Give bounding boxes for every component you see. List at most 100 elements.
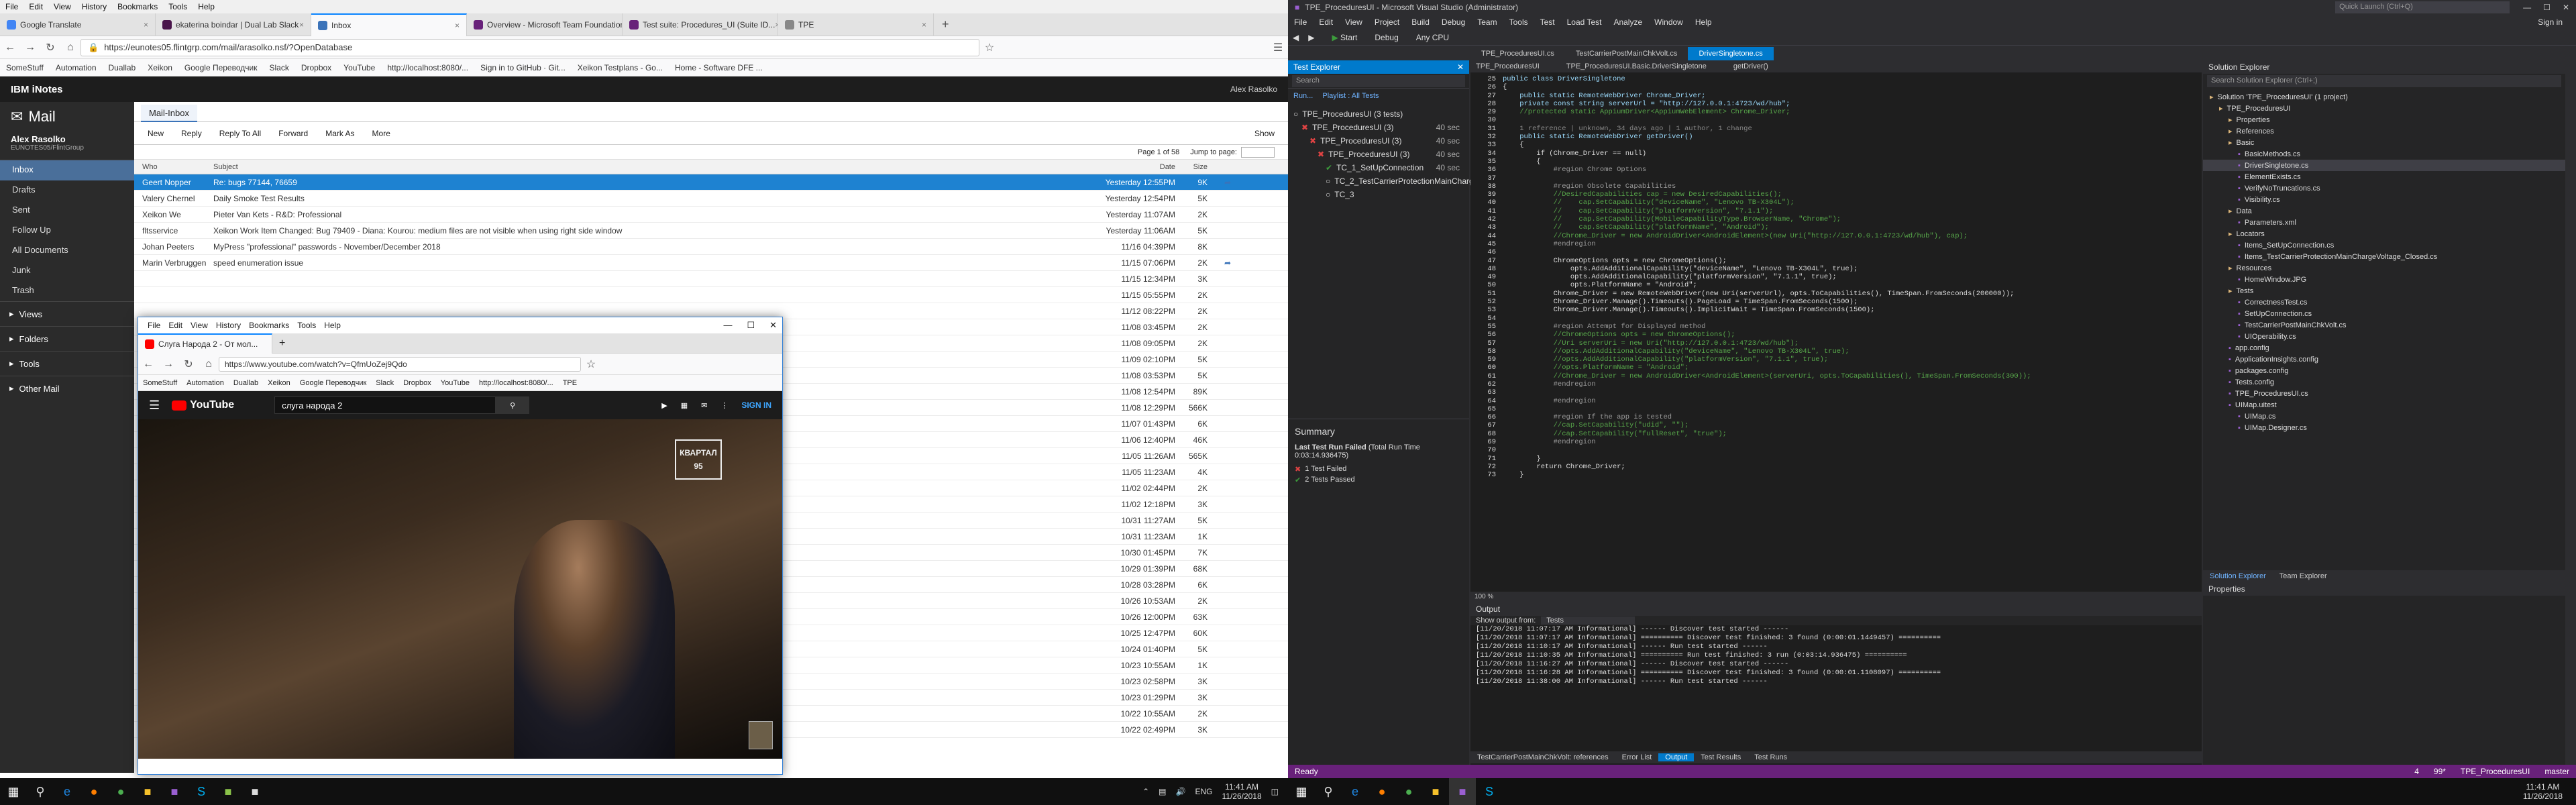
tab-test-suite-procedures-ui-suite[interactable]: Test suite: Procedures_UI (Suite ID...× bbox=[623, 13, 778, 36]
network-icon[interactable]: ▤ bbox=[1159, 787, 1166, 796]
test-node[interactable]: ✔ TC_1_SetUpConnection 40 sec bbox=[1288, 161, 1469, 174]
folder-all-documents[interactable]: All Documents bbox=[0, 241, 134, 261]
col-size[interactable]: Size bbox=[1181, 163, 1214, 171]
solution-search-input[interactable]: Search Solution Explorer (Ctrl+;) bbox=[2207, 75, 2561, 87]
visualstudio-icon[interactable]: ■ bbox=[1449, 778, 1476, 805]
folder-trash[interactable]: Trash bbox=[0, 281, 134, 301]
mail-row[interactable]: 11/15 05:55PM 2K bbox=[134, 287, 1288, 303]
new-tab-icon[interactable]: + bbox=[272, 337, 292, 350]
menu-view[interactable]: View bbox=[186, 321, 212, 330]
menu-load-test[interactable]: Load Test bbox=[1561, 17, 1608, 27]
forward-icon[interactable]: → bbox=[158, 358, 178, 370]
header-user[interactable]: Alex Rasolko bbox=[1230, 85, 1277, 94]
volume-icon[interactable]: 🔊 bbox=[1176, 787, 1186, 796]
status-branch[interactable]: master bbox=[2544, 767, 2569, 776]
bookmark-google[interactable]: Google Переводчик bbox=[295, 379, 372, 387]
quick-launch[interactable]: Quick Launch (Ctrl+Q) bbox=[2335, 1, 2510, 13]
bottom-tab-output[interactable]: Output bbox=[1658, 753, 1695, 761]
yt-search-input[interactable]: слуга народа 2 bbox=[274, 396, 496, 414]
solution-item[interactable]: ▸ Basic bbox=[2203, 137, 2565, 148]
bookmark-automation[interactable]: Automation bbox=[182, 379, 229, 387]
tab-tpe[interactable]: TPE × bbox=[778, 13, 934, 36]
solution-item[interactable]: ▪ UIMap.cs bbox=[2203, 411, 2565, 422]
folder-inbox[interactable]: Inbox bbox=[0, 160, 134, 180]
solution-item[interactable]: ▪ TestCarrierPostMainChkVolt.cs bbox=[2203, 319, 2565, 331]
bookmark-slack[interactable]: Slack bbox=[263, 63, 294, 72]
mail-action-icon[interactable]: ➦ bbox=[1214, 258, 1241, 268]
solution-item[interactable]: ▪ DriverSingletone.cs bbox=[2203, 160, 2565, 171]
messages-icon[interactable]: ✉ bbox=[701, 401, 707, 410]
output-source-select[interactable]: Tests bbox=[1541, 616, 1635, 625]
menu-debug[interactable]: Debug bbox=[1436, 17, 1471, 27]
new-tab-icon[interactable]: + bbox=[934, 17, 957, 32]
vs-sign-in[interactable]: Sign in bbox=[2532, 17, 2576, 27]
status-changes[interactable]: 99* bbox=[2434, 767, 2446, 776]
mail-row[interactable]: Geert Nopper Re: bugs 77144, 76659 Yesterd… bbox=[134, 174, 1288, 191]
clock-time[interactable]: 11:41 AM bbox=[1222, 782, 1261, 792]
windows-start-icon[interactable]: ▦ bbox=[0, 778, 27, 805]
status-repo[interactable]: TPE_ProceduresUI bbox=[2461, 767, 2530, 776]
lang-indicator[interactable]: ENG bbox=[1195, 787, 1212, 796]
status-errors[interactable]: 4 bbox=[2414, 767, 2419, 776]
pane-close-icon[interactable]: ✕ bbox=[1457, 62, 1464, 72]
menu-tools[interactable]: Tools bbox=[1503, 17, 1534, 27]
group-views[interactable]: ▸ Views bbox=[0, 301, 134, 326]
mark-as-button[interactable]: Mark As bbox=[325, 129, 354, 138]
solution-item[interactable]: ▪ SetUpConnection.cs bbox=[2203, 308, 2565, 319]
close-icon[interactable]: ✕ bbox=[2563, 3, 2569, 12]
bookmark-somestuff[interactable]: SomeStuff bbox=[138, 379, 182, 387]
firefox-icon[interactable]: ● bbox=[1368, 778, 1395, 805]
search-icon[interactable]: ⚲ bbox=[27, 778, 54, 805]
youtube-logo[interactable]: YouTube bbox=[190, 399, 234, 411]
mail-row[interactable]: fltsservice Xeikon Work Item Changed: Bug… bbox=[134, 223, 1288, 239]
menu-analyze[interactable]: Analyze bbox=[1607, 17, 1648, 27]
bottom-tab-test-results[interactable]: Test Results bbox=[1694, 753, 1748, 761]
bookmark-youtube[interactable]: YouTube bbox=[337, 63, 381, 72]
nav-dropdown-2[interactable]: getDriver() bbox=[1733, 62, 1768, 70]
jump-input[interactable] bbox=[1241, 146, 1275, 158]
menu-help[interactable]: Help bbox=[320, 321, 345, 330]
forward-button[interactable]: Forward bbox=[278, 129, 308, 138]
zoom-level[interactable]: 100 % bbox=[1470, 592, 2202, 602]
maximize-icon[interactable]: ☐ bbox=[2543, 3, 2551, 12]
solution-item[interactable]: ▪ ElementExists.cs bbox=[2203, 171, 2565, 182]
bookmark-google[interactable]: Google Переводчик bbox=[178, 63, 264, 72]
toolbar-any-cpu[interactable]: Any CPU bbox=[1411, 33, 1454, 42]
toolbar-debug[interactable]: Debug bbox=[1370, 33, 1403, 42]
menu-view[interactable]: View bbox=[1339, 17, 1368, 27]
clock-time[interactable]: 11:41 AM bbox=[2523, 782, 2563, 792]
bookmark-home-software-dfe[interactable]: Home - Software DFE ... bbox=[669, 63, 769, 72]
bookmark-xeikon-testplans-go[interactable]: Xeikon Testplans - Go... bbox=[572, 63, 669, 72]
solution-item[interactable]: ▪ HomeWindow.JPG bbox=[2203, 274, 2565, 285]
youtube-logo-icon[interactable] bbox=[172, 400, 187, 411]
reload-icon[interactable]: ↻ bbox=[178, 358, 199, 371]
tab-ekaterina-boindar-dual-lab-sla[interactable]: ekaterina boindar | Dual Lab Slack × bbox=[156, 13, 311, 36]
menu-file[interactable]: File bbox=[144, 321, 164, 330]
sign-in-button[interactable]: SIGN IN bbox=[741, 400, 771, 410]
playlist-selector[interactable]: Playlist : All Tests bbox=[1322, 92, 1379, 100]
solution-item[interactable]: ▪ UIOperability.cs bbox=[2203, 331, 2565, 342]
upload-icon[interactable]: ▶ bbox=[661, 401, 667, 410]
reply-button[interactable]: Reply bbox=[181, 129, 202, 138]
menu-test[interactable]: Test bbox=[1534, 17, 1561, 27]
tab-close-icon[interactable]: × bbox=[144, 20, 148, 30]
bottom-tab-test-runs[interactable]: Test Runs bbox=[1748, 753, 1794, 761]
bottom-tab-error-list[interactable]: Error List bbox=[1615, 753, 1659, 761]
group-folders[interactable]: ▸ Folders bbox=[0, 326, 134, 351]
tab-solution-explorer[interactable]: Solution Explorer bbox=[2203, 572, 2273, 580]
bookmark-automation[interactable]: Automation bbox=[50, 63, 103, 72]
solution-item[interactable]: ▪ VerifyNoTruncations.cs bbox=[2203, 182, 2565, 194]
solution-item[interactable]: ▸ TPE_ProceduresUI bbox=[2203, 103, 2565, 114]
solution-item[interactable]: ▪ Tests.config bbox=[2203, 376, 2565, 388]
nav-dropdown-0[interactable]: TPE_ProceduresUI bbox=[1476, 62, 1540, 70]
solution-item[interactable]: ▪ UIMap.Designer.cs bbox=[2203, 422, 2565, 433]
solution-item[interactable]: ▪ Parameters.xml bbox=[2203, 217, 2565, 228]
skype-icon[interactable]: S bbox=[1476, 778, 1503, 805]
bookmark-star-icon[interactable]: ☆ bbox=[581, 358, 601, 371]
skype-icon[interactable]: S bbox=[188, 778, 215, 805]
menu-edit[interactable]: Edit bbox=[1313, 17, 1339, 27]
test-node[interactable]: ✖ TPE_ProceduresUI (3) 40 sec bbox=[1288, 121, 1469, 134]
solution-item[interactable]: ▪ BasicMethods.cs bbox=[2203, 148, 2565, 160]
menu-file[interactable]: File bbox=[0, 2, 23, 11]
solution-item[interactable]: ▸ Resources bbox=[2203, 262, 2565, 274]
